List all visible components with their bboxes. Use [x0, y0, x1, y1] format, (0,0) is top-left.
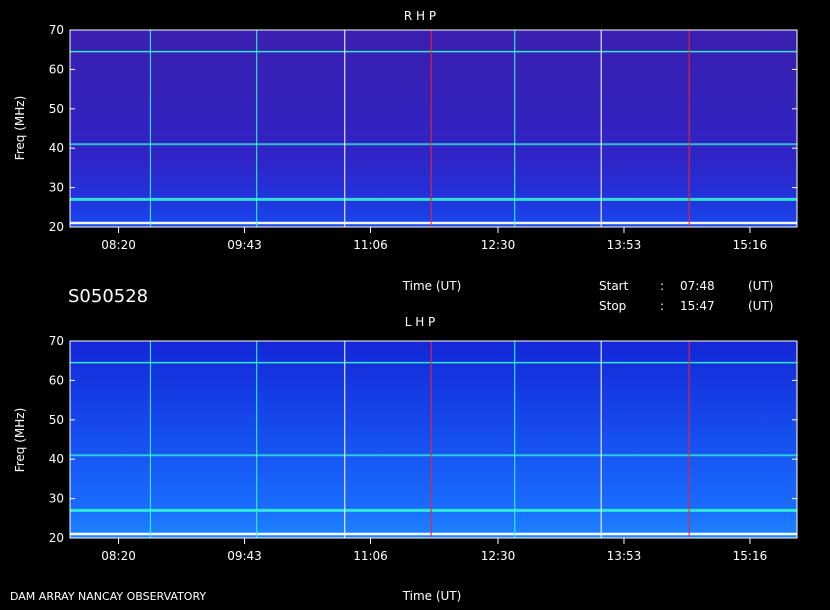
- x-tick-label: 08:20: [101, 238, 136, 252]
- stop-unit: (UT): [748, 299, 773, 313]
- lhp-y-axis-label: Freq (MHz): [13, 408, 27, 473]
- station-id: S050528: [68, 286, 148, 307]
- x-tick-label: 15:16: [733, 238, 768, 252]
- y-tick-label: 50: [49, 413, 64, 427]
- rhp-x-axis-label: Time (UT): [402, 279, 462, 293]
- y-tick-label: 60: [49, 62, 64, 76]
- rhp-y-axis-label: Freq (MHz): [13, 96, 27, 161]
- lhp-plot-area: [70, 341, 797, 538]
- start-separator: :: [660, 279, 664, 293]
- x-tick-label: 08:20: [101, 549, 136, 563]
- lhp-panel: L H P 20 30 40 50 60 70 08:20 09:43 11:06 12:30 1…: [13, 315, 798, 603]
- rhp-x-axis: 08:20 09:43 11:06 12:30 13:53 15:16: [101, 227, 767, 252]
- stop-label: Stop: [599, 299, 626, 313]
- y-tick-label: 40: [49, 141, 64, 155]
- rhp-plot-area: [70, 30, 797, 227]
- stop-time: 15:47: [680, 299, 715, 313]
- lhp-title: L H P: [405, 315, 436, 329]
- y-tick-label: 50: [49, 102, 64, 116]
- x-tick-label: 11:06: [353, 238, 388, 252]
- rhp-title: R H P: [404, 9, 436, 23]
- x-tick-label: 13:53: [607, 549, 642, 563]
- y-tick-label: 40: [49, 452, 64, 466]
- lhp-x-axis: 08:20 09:43 11:06 12:30 13:53 15:16: [101, 538, 767, 563]
- start-time: 07:48: [680, 279, 715, 293]
- start-label: Start: [599, 279, 629, 293]
- start-unit: (UT): [748, 279, 773, 293]
- y-tick-label: 70: [49, 23, 64, 37]
- x-tick-label: 09:43: [227, 238, 262, 252]
- lhp-x-axis-label: Time (UT): [402, 589, 462, 603]
- rhp-panel: R H P 20 30 40 50 60 70 08:20 09:43 11:06 12:30 1…: [13, 9, 798, 293]
- x-tick-label: 13:53: [607, 238, 642, 252]
- x-tick-label: 09:43: [227, 549, 262, 563]
- y-tick-label: 70: [49, 334, 64, 348]
- x-tick-label: 11:06: [353, 549, 388, 563]
- y-tick-label: 60: [49, 373, 64, 387]
- y-tick-label: 20: [49, 220, 64, 234]
- y-tick-label: 20: [49, 531, 64, 545]
- y-tick-label: 30: [49, 492, 64, 506]
- instrument-label: DAM ARRAY NANCAY OBSERVATORY: [10, 590, 206, 603]
- spectrogram-figure: R H P 20 30 40 50 60 70 08:20 09:43 11:06 12:30 1…: [10, 9, 798, 603]
- stop-separator: :: [660, 299, 664, 313]
- y-tick-label: 30: [49, 181, 64, 195]
- x-tick-label: 12:30: [481, 238, 516, 252]
- x-tick-label: 12:30: [481, 549, 516, 563]
- x-tick-label: 15:16: [733, 549, 768, 563]
